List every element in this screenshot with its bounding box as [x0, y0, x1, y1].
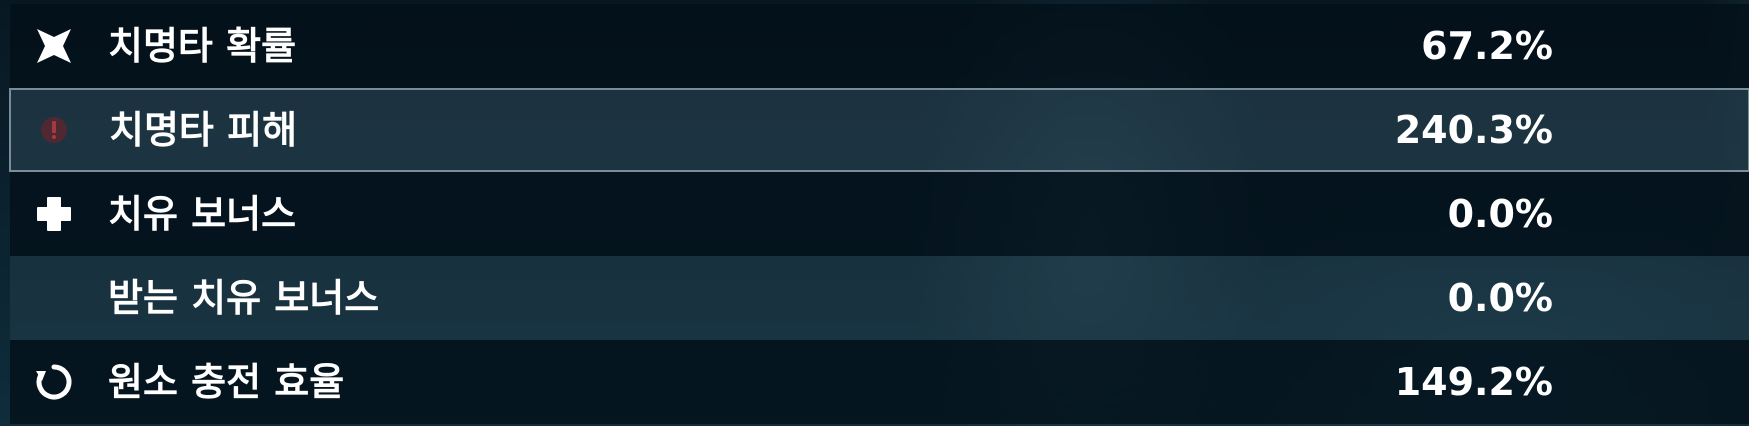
stat-value: 0.0% [1447, 276, 1553, 320]
energy-recharge-icon [36, 364, 72, 400]
healing-bonus-icon [37, 197, 71, 231]
stat-label: 치명타 확률 [108, 24, 297, 68]
stat-row-healing-bonus[interactable]: 치유 보너스 0.0% [10, 172, 1749, 256]
stat-value: 0.0% [1447, 192, 1553, 236]
stat-row-incoming-healing-bonus[interactable]: 받는 치유 보너스 0.0% [10, 256, 1749, 340]
stat-label: 받는 치유 보너스 [108, 276, 380, 320]
stat-row-energy-recharge[interactable]: 원소 충전 효율 149.2% [10, 340, 1749, 424]
crit-dmg-icon [41, 117, 67, 143]
stat-value: 67.2% [1421, 24, 1553, 68]
stat-row-crit-dmg[interactable]: 치명타 피해 240.3% [9, 88, 1749, 172]
stats-list: 치명타 확률 67.2% 치명타 피해 240.3% 치유 보너스 0.0% 받… [9, 4, 1749, 424]
stat-label: 치명타 피해 [109, 108, 298, 152]
crit-rate-icon [37, 29, 71, 63]
stat-value: 149.2% [1394, 360, 1553, 404]
stat-row-crit-rate[interactable]: 치명타 확률 67.2% [10, 4, 1749, 88]
stat-value: 240.3% [1394, 108, 1553, 152]
stat-label: 치유 보너스 [108, 192, 297, 236]
stat-label: 원소 충전 효율 [108, 360, 345, 404]
